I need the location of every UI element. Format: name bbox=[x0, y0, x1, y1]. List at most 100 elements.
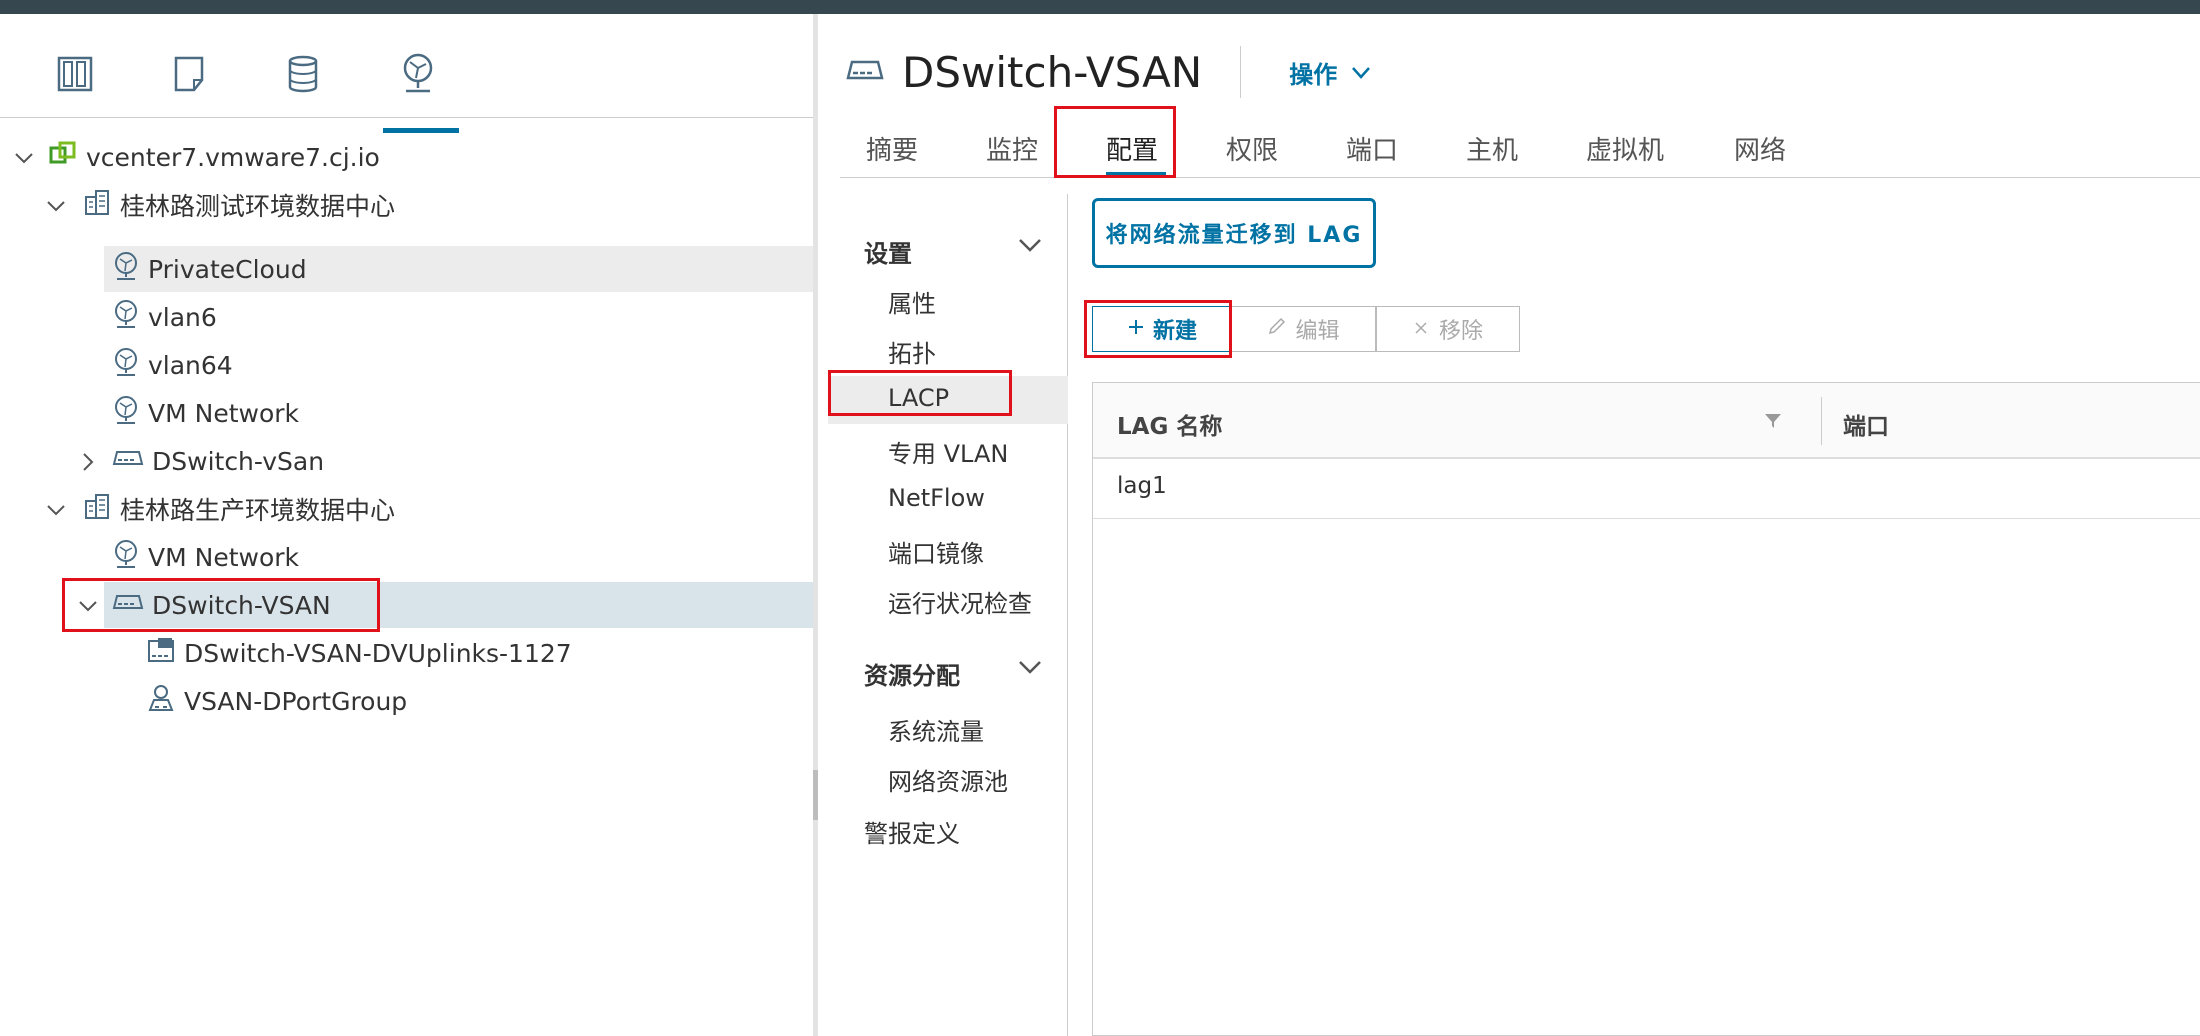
tab-monitor[interactable]: 监控 bbox=[986, 130, 1038, 167]
object-tabs: 摘要 监控 配置 权限 端口 主机 虚拟机 网络 bbox=[840, 120, 2200, 178]
tree-node-portgroup[interactable]: VSAN-DPortGroup bbox=[146, 678, 407, 724]
subnav-item-lacp[interactable]: LACP bbox=[888, 384, 949, 412]
table-header: LAG 名称 端口 bbox=[1093, 383, 2200, 459]
remove-lag-button[interactable]: 移除 bbox=[1376, 306, 1520, 352]
network-icon bbox=[112, 347, 140, 383]
tree-node-label: DSwitch-VSAN-DVUplinks-1127 bbox=[184, 638, 572, 668]
page-title: DSwitch-VSAN bbox=[902, 47, 1203, 97]
tab-permissions[interactable]: 权限 bbox=[1226, 130, 1278, 167]
view-tabs bbox=[0, 14, 813, 133]
networking-icon[interactable] bbox=[383, 53, 459, 133]
vcenter-icon bbox=[48, 139, 78, 175]
tree-node-label: VM Network bbox=[148, 542, 300, 572]
subnav-item-private-vlan[interactable]: 专用 VLAN bbox=[888, 434, 1008, 469]
collapse-caret-icon[interactable] bbox=[78, 596, 98, 616]
object-header: DSwitch-VSAN 操作 bbox=[818, 42, 1371, 102]
new-label: 新建 bbox=[1152, 319, 1197, 344]
remove-label: 移除 bbox=[1438, 319, 1483, 344]
lacp-content: 将网络流量迁移到 LAG 新建 编辑 移除 LAG 名称 端口 lag1 bbox=[1084, 194, 2200, 1036]
column-header-lag-name[interactable]: LAG 名称 bbox=[1117, 407, 1222, 441]
tree-node-vm-network-prod[interactable]: VM Network bbox=[112, 534, 299, 580]
tree-node-label: DSwitch-VSAN bbox=[152, 590, 331, 620]
tab-networks[interactable]: 网络 bbox=[1734, 130, 1786, 167]
dswitch-icon bbox=[112, 590, 144, 620]
collapse-caret-icon[interactable] bbox=[46, 196, 66, 216]
tree-node-vlan6[interactable]: vlan6 bbox=[112, 294, 217, 340]
config-subnav: 设置 属性 拓扑 LACP 专用 VLAN NetFlow 端口镜像 运行状况检… bbox=[818, 194, 1068, 1036]
subnav-item-resource-pools[interactable]: 网络资源池 bbox=[888, 762, 1008, 797]
plus-icon bbox=[1127, 317, 1145, 342]
tab-vms[interactable]: 虚拟机 bbox=[1586, 130, 1664, 167]
table-row[interactable]: lag1 bbox=[1093, 459, 2200, 519]
network-icon bbox=[112, 251, 140, 287]
tree-node-label: vlan6 bbox=[148, 302, 217, 332]
tab-hosts[interactable]: 主机 bbox=[1466, 130, 1518, 167]
network-icon bbox=[112, 395, 140, 431]
pencil-icon bbox=[1267, 316, 1287, 342]
collapse-caret-icon[interactable] bbox=[14, 148, 34, 168]
subnav-group-settings[interactable]: 设置 bbox=[864, 234, 912, 269]
tree-node-label: DSwitch-vSan bbox=[152, 446, 325, 476]
lag-table: LAG 名称 端口 lag1 bbox=[1092, 382, 2200, 1036]
tree-node-label: 桂林路生产环境数据中心 bbox=[120, 496, 396, 525]
new-lag-button[interactable]: 新建 bbox=[1092, 306, 1232, 352]
tree-node-vcenter[interactable]: vcenter7.vmware7.cj.io bbox=[48, 134, 380, 180]
subnav-item-system-traffic[interactable]: 系统流量 bbox=[888, 712, 984, 747]
divider bbox=[1240, 46, 1242, 98]
storage-icon[interactable] bbox=[278, 54, 328, 94]
tree-node-dswitch-vsan[interactable]: DSwitch-VSAN bbox=[112, 582, 331, 628]
tab-ports[interactable]: 端口 bbox=[1346, 130, 1398, 167]
uplink-icon bbox=[146, 635, 176, 671]
cell-lag-name: lag1 bbox=[1117, 473, 1167, 499]
chevron-down-icon[interactable] bbox=[1018, 660, 1042, 680]
lag-toolbar: 新建 编辑 移除 bbox=[1092, 306, 1520, 352]
tree-node-label: vlan64 bbox=[148, 350, 233, 380]
expand-caret-icon[interactable] bbox=[78, 452, 98, 472]
subnav-item-health-check[interactable]: 运行状况检查 bbox=[888, 584, 1032, 619]
portgroup-icon bbox=[146, 683, 176, 719]
tree-node-label: 桂林路测试环境数据中心 bbox=[120, 192, 396, 221]
hosts-clusters-icon[interactable] bbox=[50, 54, 100, 94]
tree-node-vlan64[interactable]: vlan64 bbox=[112, 342, 233, 388]
filter-icon[interactable] bbox=[1763, 411, 1783, 435]
top-bar bbox=[0, 0, 2200, 14]
tree-node-dvuplinks[interactable]: DSwitch-VSAN-DVUplinks-1127 bbox=[146, 630, 572, 676]
tree-node-datacenter-prod[interactable]: 桂林路生产环境数据中心 bbox=[82, 486, 395, 532]
tree-node-privatecloud[interactable]: PrivateCloud bbox=[112, 246, 307, 292]
tree-node-datacenter-test[interactable]: 桂林路测试环境数据中心 bbox=[82, 182, 395, 228]
dswitch-icon bbox=[846, 56, 884, 88]
subnav-item-alarm-definitions[interactable]: 警报定义 bbox=[864, 814, 960, 849]
subnav-item-properties[interactable]: 属性 bbox=[888, 284, 936, 319]
actions-menu[interactable]: 操作 bbox=[1289, 55, 1371, 90]
column-divider[interactable] bbox=[1821, 397, 1822, 445]
datacenter-icon bbox=[82, 491, 112, 527]
close-icon bbox=[1413, 317, 1429, 342]
navigator-panel: vcenter7.vmware7.cj.io 桂林路测试环境数据中心 Priva… bbox=[0, 14, 813, 1036]
network-icon bbox=[112, 539, 140, 575]
subnav-item-port-mirroring[interactable]: 端口镜像 bbox=[888, 534, 984, 569]
datacenter-icon bbox=[82, 187, 112, 223]
network-icon bbox=[112, 299, 140, 335]
tree-node-label: vcenter7.vmware7.cj.io bbox=[86, 142, 380, 172]
subnav-item-netflow[interactable]: NetFlow bbox=[888, 484, 985, 512]
actions-label: 操作 bbox=[1289, 60, 1338, 89]
object-panel: DSwitch-VSAN 操作 摘要 监控 配置 权限 端口 主机 虚拟机 网络… bbox=[818, 14, 2200, 1036]
edit-lag-button[interactable]: 编辑 bbox=[1232, 306, 1376, 352]
chevron-down-icon bbox=[1351, 58, 1371, 86]
tree-node-label: VM Network bbox=[148, 398, 300, 428]
tab-summary[interactable]: 摘要 bbox=[866, 130, 918, 167]
chevron-down-icon[interactable] bbox=[1018, 238, 1042, 258]
active-tab-indicator bbox=[1106, 172, 1166, 177]
tree-node-label: PrivateCloud bbox=[148, 254, 307, 284]
tab-configure[interactable]: 配置 bbox=[1106, 130, 1158, 167]
edit-label: 编辑 bbox=[1295, 319, 1340, 344]
column-header-ports[interactable]: 端口 bbox=[1843, 407, 1889, 441]
migrate-to-lag-button[interactable]: 将网络流量迁移到 LAG bbox=[1092, 198, 1376, 268]
tree-node-vm-network[interactable]: VM Network bbox=[112, 390, 299, 436]
subnav-group-resource[interactable]: 资源分配 bbox=[864, 656, 960, 691]
tree-node-dswitch-vsan-test[interactable]: DSwitch-vSan bbox=[112, 438, 324, 484]
vms-templates-icon[interactable] bbox=[165, 54, 215, 94]
subnav-item-topology[interactable]: 拓扑 bbox=[888, 334, 936, 369]
dswitch-icon bbox=[112, 446, 144, 476]
collapse-caret-icon[interactable] bbox=[46, 500, 66, 520]
